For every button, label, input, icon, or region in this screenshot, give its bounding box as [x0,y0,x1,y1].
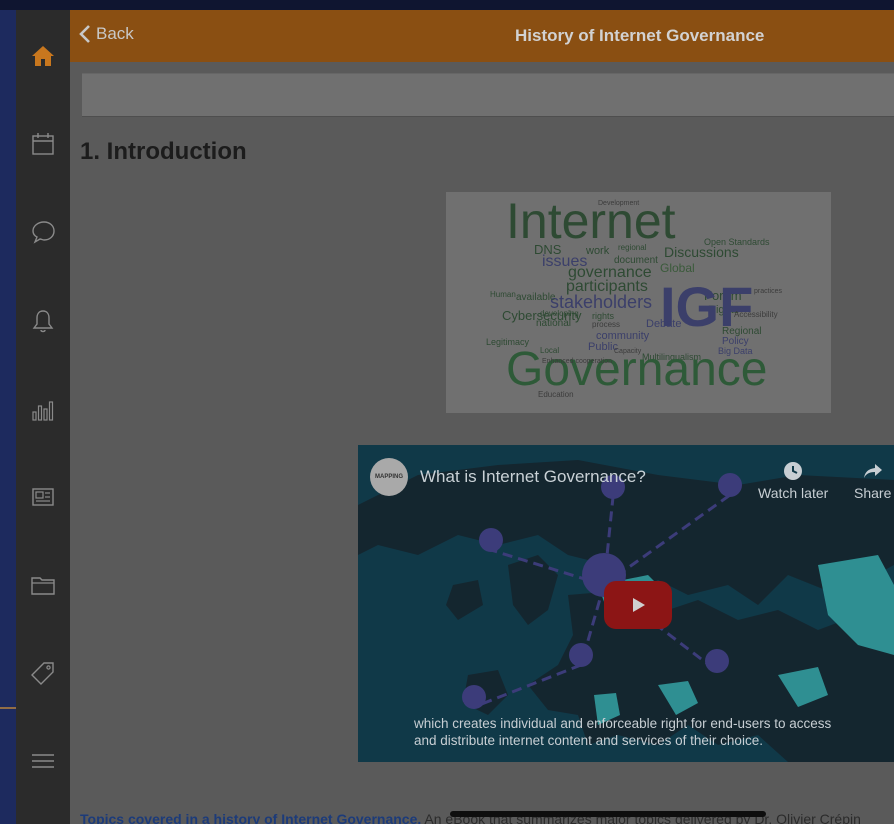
wordcloud-word: Development [598,200,640,207]
sidebar-item-notifications[interactable] [16,301,70,341]
video-title[interactable]: What is Internet Governance? [420,467,646,487]
play-icon [633,598,645,612]
left-edge [0,10,16,824]
share-icon [863,464,882,478]
sidebar-item-tags[interactable] [16,653,70,693]
caption-line: and distribute internet content and serv… [414,733,763,748]
chevron-left-icon [79,25,90,43]
tag-icon [31,662,54,685]
sidebar [16,10,70,824]
page-title: History of Internet Governance [515,26,765,45]
wordcloud-word: Education [538,390,574,399]
chat-icon [32,221,55,244]
header-bar: Back History of Internet Governance [70,10,894,62]
home-icon [32,46,54,66]
watch-later-button[interactable]: Watch later [758,461,828,501]
back-button[interactable]: Back [78,24,134,44]
clock-icon [784,462,803,480]
wordcloud-word: Internet [506,193,676,249]
sidebar-item-files[interactable] [16,565,70,605]
search-bar[interactable] [82,73,894,117]
wordcloud-word: practices [754,288,783,295]
back-label: Back [96,24,134,43]
sidebar-item-stats[interactable] [16,389,70,429]
bar-chart-icon [32,401,54,421]
sidebar-item-home[interactable] [16,36,70,76]
wordcloud-word: Global [660,261,695,275]
play-button[interactable] [604,581,672,629]
news-icon [32,488,54,506]
wordcloud-word: work [586,245,610,257]
wordcloud-word: national [536,318,572,329]
video-player[interactable]: MAPPING What is Internet Governance? Wat… [358,445,894,762]
bell-icon [32,310,54,333]
home-indicator[interactable] [450,811,766,817]
channel-logo[interactable]: MAPPING [370,458,408,496]
sidebar-item-news[interactable] [16,477,70,517]
watch-later-label: Watch later [758,485,829,501]
wordcloud-word: Discussions [664,244,739,260]
video-caption: which creates individual and enforceable… [414,715,831,749]
share-label: Share [854,485,892,501]
edge-line [0,707,16,709]
wordcloud-word: available [516,292,556,303]
wordcloud-word: Enhanced cooperation [542,358,613,365]
wordcloud-word: Governance [506,343,768,396]
sidebar-item-calendar[interactable] [16,124,70,164]
topics-link[interactable]: Topics covered in a history of Internet … [80,811,421,824]
status-strip [0,0,894,10]
wordcloud-word: process [592,320,621,329]
caption-line: which creates individual and enforceable… [414,716,832,731]
menu-icon [32,754,54,768]
section-heading: 1. Introduction [80,138,247,165]
sidebar-item-chat[interactable] [16,212,70,252]
wordcloud-word: developing [540,309,579,318]
wordcloud-word: Accessibility [734,310,778,319]
calendar-icon [32,133,54,155]
wordcloud-word: Human [490,290,516,299]
main-content: Back History of Internet Governance 1. I… [70,10,894,824]
sidebar-item-menu[interactable] [16,741,70,781]
wordcloud-word: regional [618,243,647,252]
wordcloud-image: Internet Development DNS work regional O… [446,192,831,413]
folder-icon [31,577,55,595]
share-button[interactable]: Share [854,461,891,501]
wordcloud-word: Debate [646,318,682,330]
